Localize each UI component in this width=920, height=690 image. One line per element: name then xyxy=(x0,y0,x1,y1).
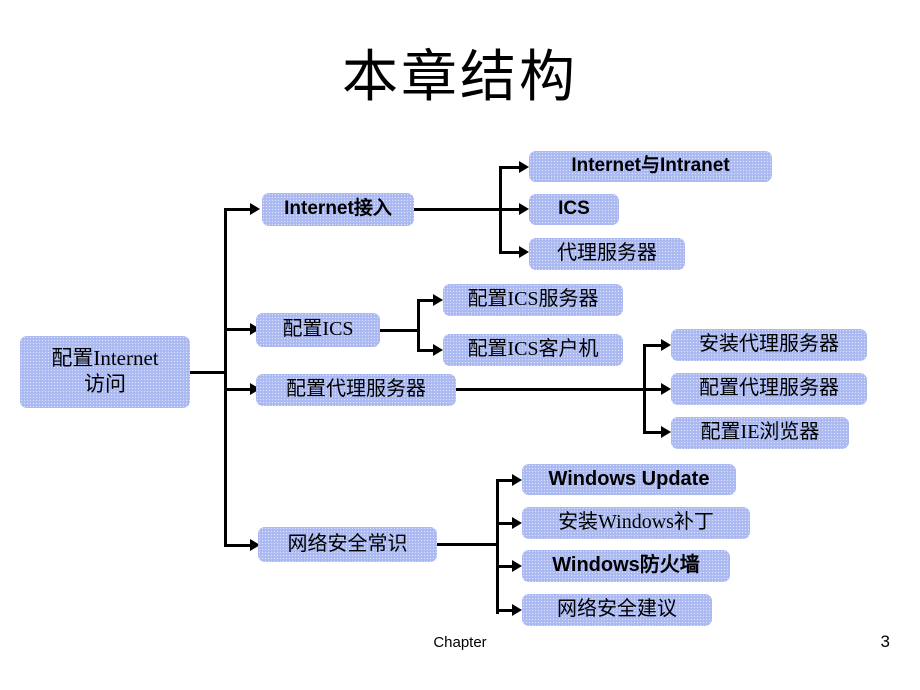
connector-b3-to-c3 xyxy=(643,431,663,434)
arrow-b3-to-c3-icon xyxy=(661,426,671,438)
arrow-b3-to-c1-icon xyxy=(661,339,671,351)
arrow-b1-to-c1-icon xyxy=(519,161,529,173)
footer-page-number: 3 xyxy=(880,632,890,651)
connector-b1-to-c3 xyxy=(499,251,521,254)
connector-root-to-b3 xyxy=(224,388,252,391)
node-branch-4[interactable]: 网络安全常识 xyxy=(258,527,437,562)
arrow-root-to-b1-icon xyxy=(250,203,260,215)
arrow-b4-to-c4-icon xyxy=(512,604,522,616)
node-b1-child-1[interactable]: Internet与Intranet xyxy=(529,151,772,182)
node-b3-child-3[interactable]: 配置IE浏览器 xyxy=(671,417,849,449)
connector-b1-to-c1 xyxy=(499,166,521,169)
arrow-b3-to-c2-icon xyxy=(661,383,671,395)
connector-b3-to-c2 xyxy=(643,388,663,391)
arrow-b2-to-c1-icon xyxy=(433,294,443,306)
connector-root-to-b4 xyxy=(224,544,252,547)
node-b1-child-2[interactable]: ICS xyxy=(529,194,619,225)
node-b3-child-1[interactable]: 安装代理服务器 xyxy=(671,329,867,361)
page-title: 本章结构 xyxy=(342,47,578,109)
node-branch-2[interactable]: 配置ICS xyxy=(256,313,380,347)
connector-b4-stem xyxy=(437,543,499,546)
node-b2-child-1[interactable]: 配置ICS服务器 xyxy=(443,284,623,316)
connector-root-trunk xyxy=(224,208,227,546)
arrow-b1-to-c3-icon xyxy=(519,246,529,258)
arrow-b2-to-c2-icon xyxy=(433,344,443,356)
node-root[interactable]: 配置Internet 访问 xyxy=(20,336,190,408)
connector-root-to-b1 xyxy=(224,208,252,211)
node-b3-child-2[interactable]: 配置代理服务器 xyxy=(671,373,867,405)
node-b4-child-1[interactable]: Windows Update xyxy=(522,464,736,495)
connector-root-to-b2 xyxy=(224,328,252,331)
node-root-line2: 访问 xyxy=(84,372,126,396)
connector-b3-stem xyxy=(456,388,646,391)
node-branch-1[interactable]: Internet接入 xyxy=(262,193,414,226)
node-b4-child-4[interactable]: 网络安全建议 xyxy=(522,594,712,626)
connector-root-stem xyxy=(190,371,227,374)
arrow-b1-to-c2-icon xyxy=(519,203,529,215)
arrow-b4-to-c1-icon xyxy=(512,474,522,486)
connector-b1-to-c2 xyxy=(499,208,521,211)
node-branch-3[interactable]: 配置代理服务器 xyxy=(256,374,456,406)
connector-b2-trunk xyxy=(417,299,420,352)
connector-b2-stem xyxy=(380,329,420,332)
node-b1-child-3[interactable]: 代理服务器 xyxy=(529,238,685,270)
node-root-line1: 配置Internet xyxy=(51,346,159,371)
arrow-b4-to-c3-icon xyxy=(512,560,522,572)
node-b4-child-2[interactable]: 安装Windows补丁 xyxy=(522,507,750,539)
connector-b3-to-c1 xyxy=(643,344,663,347)
node-b2-child-2[interactable]: 配置ICS客户机 xyxy=(443,334,623,366)
footer-chapter-label: Chapter xyxy=(433,634,487,651)
connector-b1-stem xyxy=(414,208,502,211)
arrow-b4-to-c2-icon xyxy=(512,517,522,529)
node-b4-child-3[interactable]: Windows防火墙 xyxy=(522,550,730,582)
slide-canvas: 本章结构 配置Internet 访问 Internet接入 Internet与I… xyxy=(0,0,920,690)
connector-b4-trunk xyxy=(496,479,499,614)
